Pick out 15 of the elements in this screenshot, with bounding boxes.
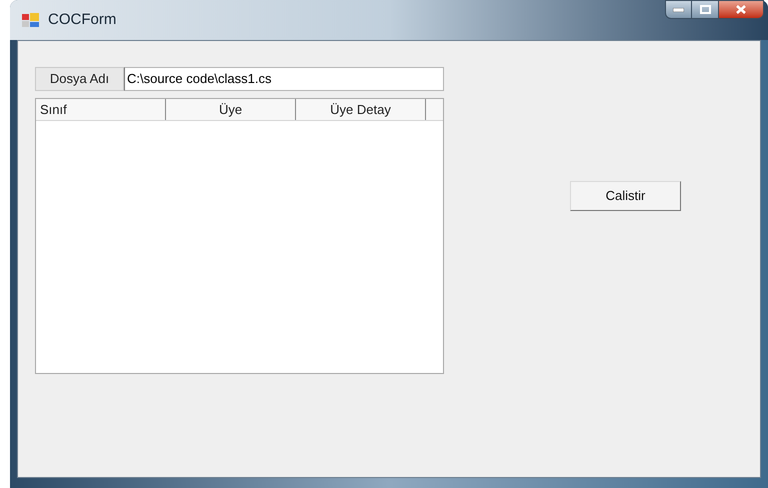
- column-header[interactable]: Üye Detay: [296, 99, 426, 120]
- close-icon: [736, 5, 746, 14]
- run-button[interactable]: Calistir: [570, 181, 681, 211]
- list-view[interactable]: Sınıf Üye Üye Detay: [35, 98, 444, 374]
- close-button[interactable]: [718, 0, 764, 19]
- app-icon: [22, 12, 40, 28]
- minimize-button[interactable]: [665, 0, 692, 19]
- maximize-icon: [700, 5, 710, 14]
- column-header[interactable]: Sınıf: [36, 99, 166, 120]
- file-name-field[interactable]: C:\source code\class1.cs: [124, 67, 444, 91]
- maximize-button[interactable]: [692, 0, 718, 19]
- minimize-icon: [673, 8, 684, 12]
- window-title: COCForm: [48, 10, 116, 30]
- field-label: Dosya Adı: [35, 67, 124, 91]
- column-header[interactable]: Üye: [166, 99, 296, 120]
